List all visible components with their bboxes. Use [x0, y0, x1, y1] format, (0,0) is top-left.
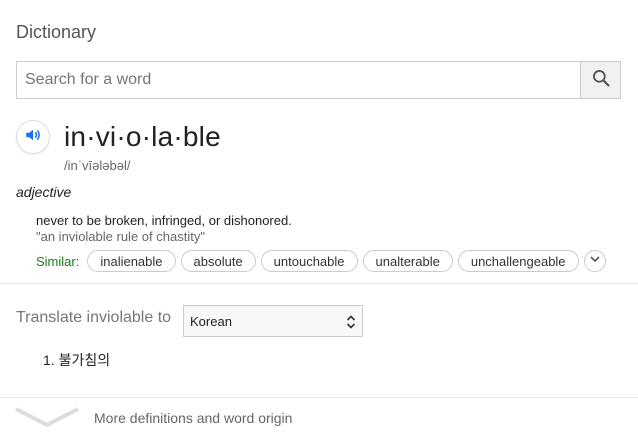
definition-text: never to be broken, infringed, or dishon… [36, 213, 292, 228]
section-divider [0, 283, 638, 284]
translate-label: Translate inviolable to [16, 309, 172, 326]
chevron-down-icon[interactable] [14, 406, 80, 433]
search-button[interactable] [580, 62, 620, 98]
similar-chip[interactable]: absolute [180, 250, 256, 272]
card-title: Dictionary [16, 22, 97, 42]
translation-result: 1. 불가침의 [43, 352, 111, 368]
similar-chip[interactable]: unchallengeable [457, 250, 579, 272]
similar-chip[interactable]: unalterable [362, 250, 453, 272]
similar-words-row: Similar: inalienable absolute untouchabl… [36, 249, 606, 273]
similar-chip[interactable]: untouchable [260, 250, 358, 272]
chevron-down-icon [589, 252, 601, 270]
search-input[interactable] [17, 62, 581, 98]
similar-label: Similar: [36, 253, 80, 269]
select-arrows-icon [346, 314, 356, 333]
pronunciation-button[interactable] [16, 120, 50, 154]
language-select[interactable]: Korean [183, 305, 363, 337]
example-text: "an inviolable rule of chastity" [36, 229, 205, 244]
similar-chip[interactable]: inalienable [87, 250, 176, 272]
dictionary-card: Dictionary in·vi·o·la·ble /inˈvīələbəl/ … [0, 0, 638, 438]
more-definitions-link[interactable]: More definitions and word origin [94, 410, 292, 426]
speaker-icon [24, 126, 42, 149]
part-of-speech: adjective [16, 184, 72, 200]
phonetic-spelling: /inˈvīələbəl/ [64, 158, 131, 173]
search-icon [591, 68, 611, 93]
selected-language: Korean [190, 313, 232, 329]
headword: in·vi·o·la·ble [64, 121, 221, 152]
footer-divider [0, 397, 638, 398]
search-box [16, 61, 621, 99]
expand-similar-button[interactable] [583, 250, 606, 272]
